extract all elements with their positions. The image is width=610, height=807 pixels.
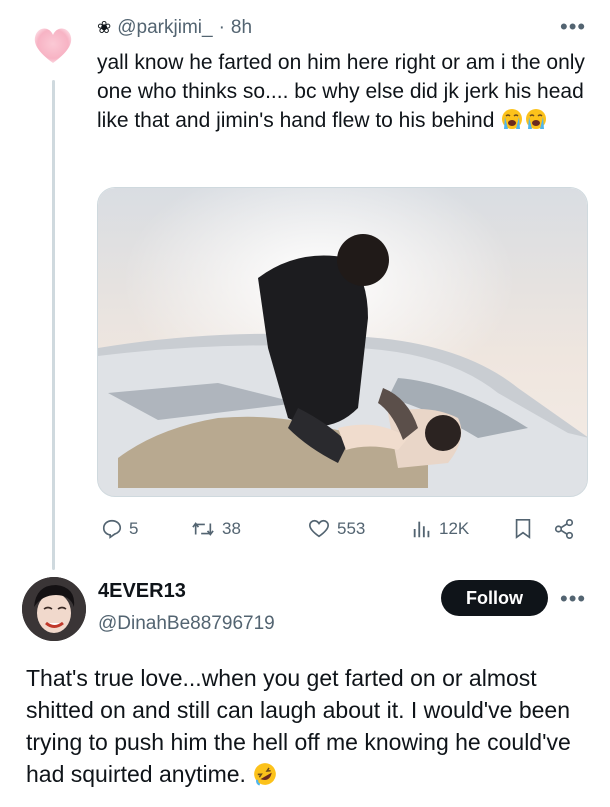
tweet2-text: That's true love...when you get farted o… — [26, 662, 596, 790]
reply-icon — [102, 519, 122, 539]
tweet2-more-button[interactable]: ••• — [560, 588, 586, 610]
user-photo — [22, 577, 86, 641]
avatar[interactable] — [22, 577, 86, 641]
tweet2-body: That's true love...when you get farted o… — [26, 665, 571, 787]
tweet1-handle[interactable]: @parkjimi_ — [117, 17, 212, 39]
loudly-crying-face-icon — [526, 109, 547, 129]
tweet1-text: yall know he farted on him here right or… — [97, 48, 592, 135]
bookmark-button[interactable] — [513, 518, 539, 540]
tweet1-action-bar: 5 38 553 12K — [97, 513, 589, 545]
share-icon — [554, 519, 574, 539]
tweet1-media-photo[interactable] — [97, 187, 588, 497]
tweet1-timestamp[interactable]: 8h — [231, 17, 252, 39]
tweet2-handle[interactable]: @DinahBe88796719 — [98, 613, 275, 635]
thread-connector-line — [52, 80, 55, 570]
tweet1-more-button[interactable]: ••• — [560, 16, 586, 38]
flower-icon: ❀ — [97, 18, 112, 37]
views-count: 12K — [439, 519, 470, 538]
heart-avatar-icon[interactable] — [30, 22, 76, 68]
photo-illustration — [98, 188, 587, 496]
tweet-thread-view: ❀ @parkjimi_ · 8h ••• yall know he farte… — [0, 0, 610, 807]
tweet1-header: ❀ @parkjimi_ · 8h — [97, 14, 252, 42]
views-button[interactable]: 12K — [411, 518, 469, 540]
like-count: 553 — [337, 519, 366, 538]
repost-button[interactable]: 38 — [190, 518, 241, 540]
header-separator: · — [218, 17, 225, 38]
views-chart-icon — [413, 521, 430, 538]
share-button[interactable] — [553, 518, 581, 540]
repost-icon — [192, 522, 214, 536]
like-button[interactable]: 553 — [307, 518, 365, 540]
rolling-laughing-face-icon — [254, 763, 277, 786]
follow-button[interactable]: Follow — [441, 580, 548, 616]
tweet2-display-name[interactable]: 4EVER13 — [98, 580, 186, 603]
reply-count: 5 — [129, 519, 139, 538]
bookmark-icon — [515, 519, 531, 539]
heart-icon — [309, 519, 329, 538]
loudly-crying-face-icon — [502, 109, 523, 129]
reply-button[interactable]: 5 — [101, 518, 138, 540]
repost-count: 38 — [222, 519, 241, 538]
